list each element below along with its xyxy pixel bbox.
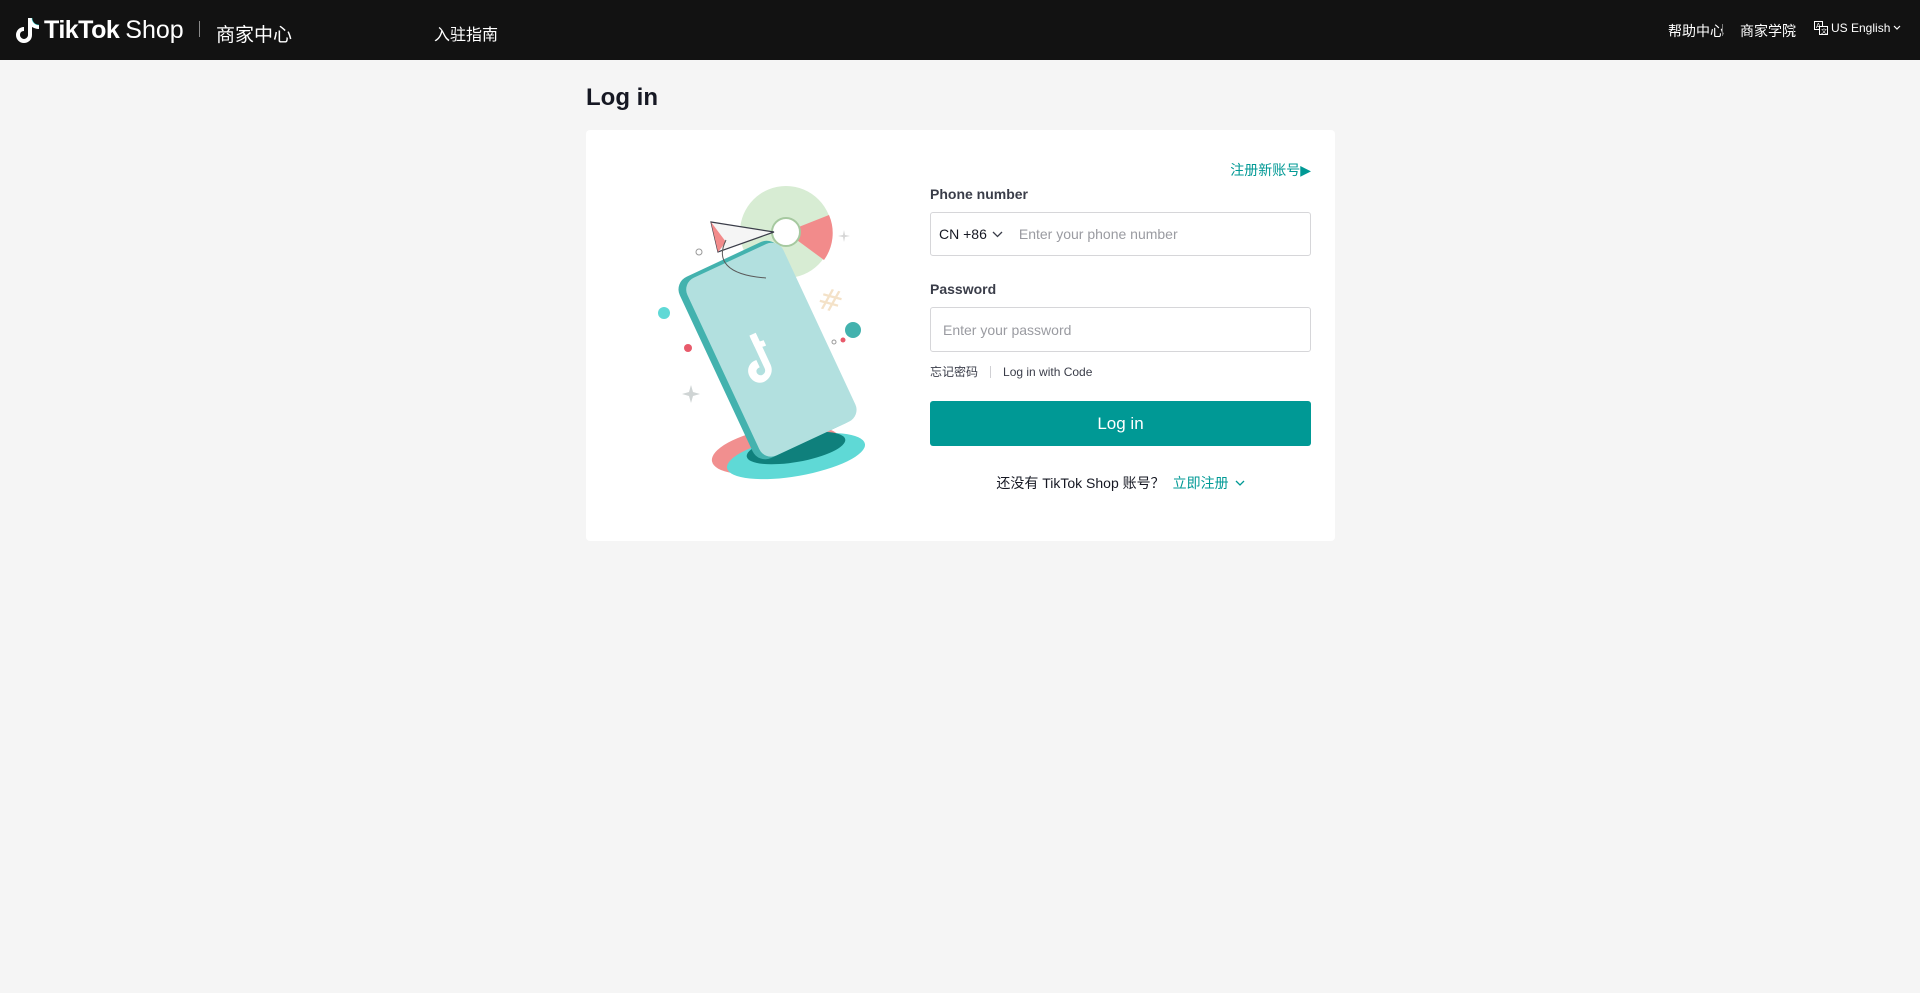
tiktok-shop-logo[interactable]: TikTok Shop	[14, 14, 184, 46]
aux-divider	[990, 365, 992, 378]
chevron-down-icon	[1893, 25, 1901, 30]
register-prompt-text: 还没有 TikTok Shop 账号？	[996, 475, 1165, 491]
translate-icon: A 文	[1814, 21, 1828, 35]
password-field	[930, 307, 1311, 352]
nav-link-guide[interactable]: 入驻指南	[434, 21, 498, 45]
register-now-link[interactable]: 立即注册	[1173, 473, 1245, 493]
login-button[interactable]: Log in	[930, 401, 1311, 446]
forgot-password-link[interactable]: 忘记密码	[930, 363, 978, 380]
login-with-code-link[interactable]: Log in with Code	[1003, 365, 1092, 379]
login-card: # 注册新账号▶ Phone number CN +86 Password 忘记…	[586, 130, 1335, 541]
phone-illustration: #	[658, 186, 866, 480]
register-now-label: 立即注册	[1172, 475, 1229, 491]
language-selector[interactable]: A 文 US English	[1814, 21, 1904, 35]
password-label: Password	[930, 281, 997, 297]
help-center-link[interactable]: 帮助中心	[1668, 21, 1724, 41]
phone-field: CN +86	[930, 212, 1311, 256]
academy-link[interactable]: 商家学院	[1740, 21, 1796, 41]
header-divider	[1793, 24, 1794, 36]
auxiliary-links: 忘记密码 Log in with Code	[930, 363, 1311, 380]
tiktok-logo-icon	[16, 17, 40, 43]
country-code-select[interactable]: CN +86	[931, 213, 1011, 255]
chevron-down-icon	[992, 231, 1003, 237]
svg-text:文: 文	[1821, 28, 1827, 36]
brand-shop: Shop	[125, 15, 184, 44]
logo-divider	[199, 21, 200, 37]
phone-label: Phone number	[930, 186, 1029, 202]
phone-input[interactable]	[1010, 213, 1310, 255]
top-navigation-bar: TikTok Shop 商家中心 入驻指南 帮助中心 商家学院 A 文 US E…	[0, 0, 1920, 60]
svg-text:#: #	[814, 281, 847, 321]
chevron-down-icon	[1235, 480, 1245, 486]
language-label: US English	[1831, 21, 1891, 35]
register-link[interactable]: 注册新账号▶	[1230, 160, 1311, 180]
password-input[interactable]	[943, 308, 1310, 351]
login-form: Phone number CN +86 Password 忘记密码 Log in…	[930, 186, 1311, 493]
brand-subtitle: 商家中心	[216, 25, 293, 46]
brand-name: TikTok	[44, 15, 120, 44]
header-divider	[1722, 24, 1723, 36]
page-title: Log in	[586, 84, 658, 111]
register-prompt: 还没有 TikTok Shop 账号？ 立即注册	[930, 473, 1311, 493]
country-code-value: CN +86	[939, 226, 987, 242]
